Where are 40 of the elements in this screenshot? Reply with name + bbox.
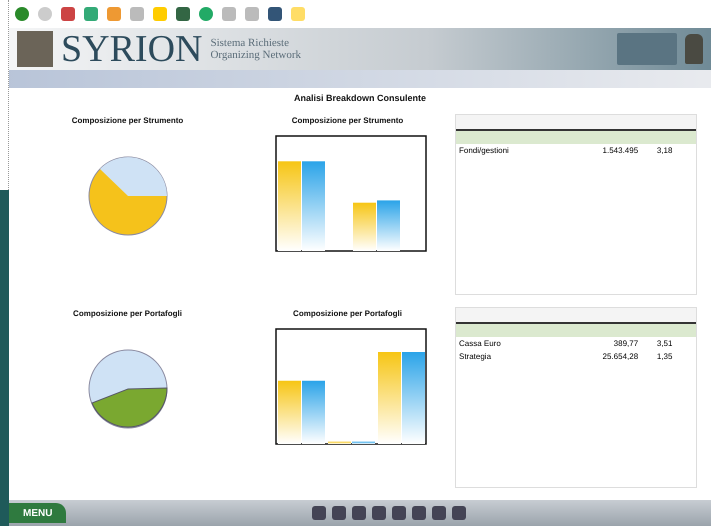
toolbar-icon[interactable] [372,506,386,520]
toolbar-icon[interactable] [432,506,446,520]
chart-title: Composizione per Portafogli [293,309,402,318]
brand-tagline: Sistema Richieste [210,37,290,49]
chart-bar [376,200,400,251]
chart-title: Composizione per Strumento [72,116,184,125]
toolbar-icon[interactable] [412,506,426,520]
table-cell-text: Strategia [458,352,492,361]
chart-title: Composizione per Portafogli [73,309,182,318]
menu-button[interactable]: MENU [9,503,66,523]
toolbar-icon[interactable] [352,506,366,520]
table-cell-text: 389,77 [612,339,640,348]
table-cell-text: 3,18 [656,146,674,155]
table-cell-text: Fondi/gestioni [458,146,510,155]
toolbar-icon[interactable] [312,506,326,520]
chart-bar [352,202,376,251]
chart-title: Composizione per Strumento [292,116,404,125]
chart-bar [302,380,324,444]
table-cell-text: 3,51 [656,339,674,348]
toolbar-icon[interactable] [392,506,406,520]
brand-name: SYRION [61,27,202,71]
table-cell-text: Cassa Euro [458,339,502,348]
toolbar-icon[interactable] [452,506,466,520]
toolbar-icon[interactable] [61,7,75,21]
toolbar-icon[interactable] [176,7,190,21]
table-cell-text: 1.543.495 [602,146,640,155]
toolbar-icon[interactable] [268,7,282,21]
report-title: Analisi Breakdown Consulente [294,93,426,103]
chart-bar [278,380,300,444]
toolbar-icon[interactable] [332,506,346,520]
table-cell-text: 25.654,28 [602,352,640,361]
user-badge [617,33,677,65]
brand-tagline: Organizing Network [210,49,301,61]
logo-icon [17,31,53,67]
table-cell-text: 1,35 [656,352,674,361]
toolbar-icon[interactable] [15,7,29,21]
table-row[interactable]: Cassa Euro 389,77 3,51 [456,337,696,350]
person-icon [685,34,703,64]
table-row[interactable]: Fondi/gestioni 1.543.495 3,18 [456,144,696,157]
table-row[interactable]: Strategia 25.654,28 1,35 [456,350,696,363]
